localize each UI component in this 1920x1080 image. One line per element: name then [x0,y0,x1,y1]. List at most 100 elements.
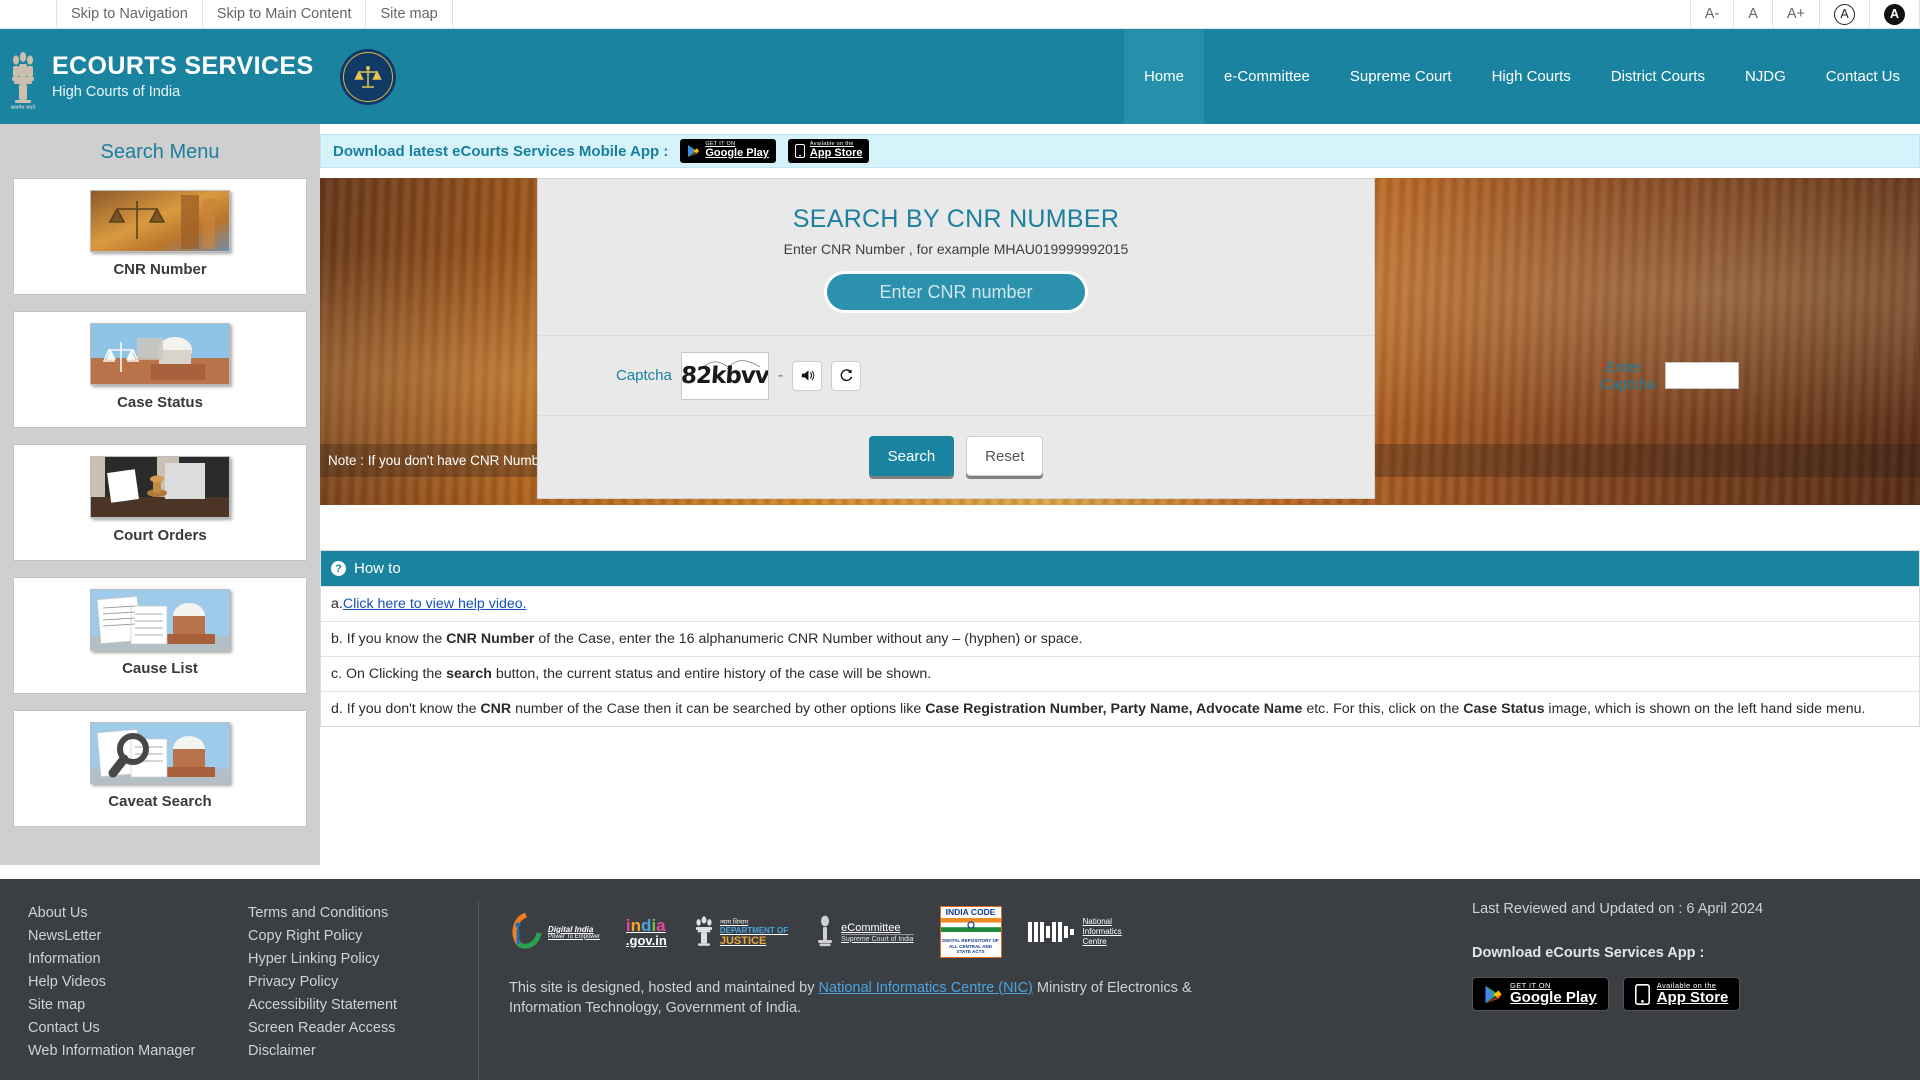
nic-link[interactable]: National Informatics Centre (NIC) [819,980,1033,996]
scales-of-justice-image [90,190,230,252]
main-navigation: Home e-Committee Supreme Court High Cour… [1123,29,1920,124]
india-code-logo[interactable]: INDIA CODE DIGITAL REPOSITORY OF ALL CEN… [939,905,1002,959]
google-play-badge-footer[interactable]: GET IT ON Google Play [1472,977,1609,1011]
footer-link-terms-and-conditions[interactable]: Terms and Conditions [248,901,478,924]
captcha-refresh-button[interactable] [831,360,862,391]
department-of-justice-logo[interactable]: न्याय विभाग DEPARTMENT OF JUSTICE [693,914,788,950]
footer-link-hyper-linking-policy[interactable]: Hyper Linking Policy [248,947,478,970]
brand-block: ECOURTS SERVICES High Courts of India [52,52,314,100]
india-code-line-1: INDIA CODE [945,906,996,917]
ecommittee-logo[interactable]: eCommittee Supreme Court of India [814,914,914,950]
how-to-d-text-3: etc. For this, click on the [1302,701,1464,717]
footer-link-contact-us[interactable]: Contact Us [28,1016,248,1039]
sidebar-item-cause-list[interactable]: Cause List [13,577,307,694]
captcha-input[interactable] [1664,362,1739,389]
skip-to-navigation-link[interactable]: Skip to Navigation [56,0,202,28]
how-to-row-d: d. If you don't know the CNR number of t… [321,691,1919,726]
how-to-b-prefix: b. [331,631,347,647]
search-panel-actions: Search Reset [538,416,1374,498]
help-video-link[interactable]: Click here to view help video. [343,596,527,612]
ecommittee-line-1: eCommittee [841,921,901,934]
sidebar-item-label: Caveat Search [108,793,212,810]
google-play-badge-top[interactable]: GET IT ON Google Play [680,139,776,163]
india-code-line-2: DIGITAL REPOSITORY OF ALL CENTRAL AND ST… [942,937,999,955]
footer-link-web-information-manager[interactable]: Web Information Manager [28,1039,248,1062]
speaker-icon [801,370,814,381]
contrast-dark-icon: A [1884,3,1905,25]
reset-button[interactable]: Reset [966,436,1044,476]
captcha-audio-button[interactable] [792,360,823,391]
footer-link-information[interactable]: Information [28,947,248,970]
nav-item-e-committee[interactable]: e-Committee [1204,29,1330,124]
mobile-app-bar: Download latest eCourts Services Mobile … [320,134,1920,168]
skip-to-main-content-link[interactable]: Skip to Main Content [201,0,366,28]
digital-india-line-2: Power To Empower [548,933,600,940]
contrast-dark-button[interactable]: A [1869,0,1920,28]
india-gov-in-line-2: .gov.in [625,932,667,948]
footer-middle: Digital India Power To Empower india .go… [501,901,1462,1080]
footer-links-column-1: About Us NewsLetter Information Help Vid… [28,901,248,1080]
app-store-badge-top[interactable]: Available on the App Store [787,139,870,163]
footer-link-copy-right-policy[interactable]: Copy Right Policy [248,924,478,947]
sidebar-item-cnr-number[interactable]: CNR Number [13,178,307,295]
digital-india-line-1: Digital India [548,924,594,934]
google-play-icon [688,145,700,157]
site-header: सत्यमेव जयते ECOURTS SERVICES High Court… [0,29,1920,124]
app-store-badge-footer[interactable]: Available on the App Store [1622,977,1741,1011]
how-to-b-text-2: of the Case, enter the 16 alphanumeric C… [534,631,1083,647]
footer-link-accessibility-statement[interactable]: Accessibility Statement [248,993,478,1016]
iphone-icon [794,144,805,158]
search-panel-title: SEARCH BY CNR NUMBER [792,205,1120,233]
footer-right: Last Reviewed and Updated on : 6 April 2… [1462,901,1892,1080]
digital-india-logo[interactable]: Digital India Power To Empower [509,912,600,952]
nic-logo[interactable]: National Informatics Centre [1027,917,1122,947]
nav-item-contact-us[interactable]: Contact Us [1806,29,1920,124]
nav-item-district-courts[interactable]: District Courts [1591,29,1725,124]
footer-link-screen-reader-access[interactable]: Screen Reader Access [248,1016,478,1039]
sidebar-item-case-status[interactable]: Case Status [13,311,307,428]
how-to-d-bold-1: CNR [480,701,512,717]
search-panel-hint: Enter CNR Number , for example MHAU01999… [783,241,1129,257]
nav-item-home[interactable]: Home [1123,29,1204,124]
footer-link-help-videos[interactable]: Help Videos [28,970,248,993]
font-normal-button[interactable]: A [1733,0,1772,28]
footer-link-disclaimer[interactable]: Disclaimer [248,1039,478,1062]
site-footer: About Us NewsLetter Information Help Vid… [0,879,1920,1080]
sidebar-item-court-orders[interactable]: Court Orders [13,444,307,561]
sidebar-item-label: Cause List [122,660,198,677]
sidebar-item-label: Case Status [117,394,203,411]
captcha-image: 82kbvv [680,351,769,400]
captcha-row: Captcha 82kbvv - *Enter Captcha [538,336,1739,416]
contrast-light-icon: A [1834,3,1855,25]
site-map-link[interactable]: Site map [365,0,453,28]
contrast-light-button[interactable]: A [1819,0,1869,28]
footer-link-privacy-policy[interactable]: Privacy Policy [248,970,478,993]
footer-app-badges: GET IT ON Google Play Available on the A… [1472,977,1892,1011]
how-to-row-c: c. On Clicking the search button, the cu… [321,656,1919,691]
app-store-big-text: App Store [1656,988,1729,1006]
footer-link-site-map[interactable]: Site map [28,993,248,1016]
footer-note-text-1: This site is designed, hosted and mainta… [509,980,819,996]
cnr-number-input[interactable] [824,271,1088,313]
how-to-heading: How to [354,560,401,577]
captcha-label: Captcha [616,367,672,384]
how-to-d-text-1: If you don't know the [346,701,481,717]
sidebar-title: Search Menu [100,141,220,163]
nav-item-supreme-court[interactable]: Supreme Court [1330,29,1472,124]
footer-maintained-note: This site is designed, hosted and mainta… [509,979,1249,1018]
search-menu-sidebar: Search Menu CNR Number Case Status Court… [0,124,320,865]
footer-link-about-us[interactable]: About Us [28,901,248,924]
cnr-search-panel: SEARCH BY CNR NUMBER Enter CNR Number , … [537,178,1739,499]
nav-item-njdg[interactable]: NJDG [1725,29,1806,124]
how-to-row-a: a.Click here to view help video. [321,586,1919,621]
india-gov-in-logo[interactable]: india .gov.in [626,917,667,948]
sidebar-item-caveat-search[interactable]: Caveat Search [13,710,307,827]
how-to-d-text-4: image, which is shown on the left hand s… [1544,701,1866,717]
footer-link-newsletter[interactable]: NewsLetter [28,924,248,947]
font-decrease-button[interactable]: A- [1689,0,1734,28]
nav-item-high-courts[interactable]: High Courts [1472,29,1591,124]
search-button[interactable]: Search [868,436,955,476]
nic-line-3: Centre [1082,937,1107,946]
footer-links: About Us NewsLetter Information Help Vid… [28,901,478,1080]
font-increase-button[interactable]: A+ [1771,0,1819,28]
